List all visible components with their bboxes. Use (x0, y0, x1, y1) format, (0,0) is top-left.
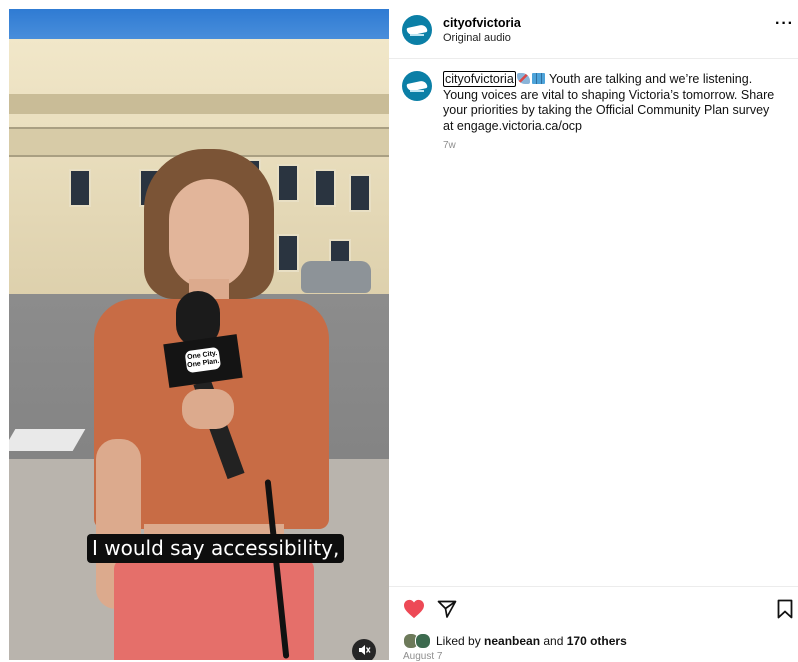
audio-link[interactable]: Original audio (443, 32, 511, 44)
likes-middle: and (540, 634, 567, 648)
divider (389, 586, 798, 587)
heart-filled-icon[interactable] (403, 599, 425, 619)
post-caption: cityofvictoria Youth are talking and we’… (443, 71, 783, 134)
hand (182, 389, 234, 429)
logo-line (410, 90, 424, 92)
likes-prefix: Liked by (436, 634, 485, 648)
header-username[interactable]: cityofvictoria (443, 16, 521, 30)
bookmark-icon[interactable] (777, 599, 793, 619)
interviewee: One City. One Plan. (84, 149, 334, 660)
building-cornice (9, 94, 389, 114)
window (349, 174, 371, 212)
liked-by-avatars (403, 633, 433, 649)
post-age[interactable]: 7w (443, 140, 456, 151)
logo-line (410, 34, 424, 36)
video-caption: I would say accessibility, (87, 534, 345, 563)
map-icon (531, 73, 545, 84)
likes-others-link[interactable]: 170 others (567, 634, 627, 648)
liker-username[interactable]: neanbean (484, 634, 540, 648)
post-date: August 7 (403, 651, 443, 662)
speaker-muted-icon[interactable] (352, 639, 376, 660)
speaker-muted-glyph (359, 645, 371, 655)
mic-flag-logo: One City. One Plan. (184, 346, 222, 374)
send-icon[interactable] (437, 599, 457, 619)
divider (389, 58, 798, 59)
avatar[interactable] (402, 15, 432, 45)
likes-summary: Liked by neanbean and 170 others (436, 634, 627, 648)
crosswalk (9, 429, 86, 451)
post-side-panel: cityofvictoria Original audio ··· cityof… (389, 0, 798, 662)
face (169, 179, 249, 289)
liker-avatar (415, 633, 431, 649)
more-options-icon[interactable]: ··· (775, 15, 794, 33)
caption-username[interactable]: cityofvictoria (443, 71, 516, 87)
caption-avatar[interactable] (402, 71, 432, 101)
reel-video[interactable]: One City. One Plan. I would say accessib… (9, 9, 389, 660)
rocket-icon (516, 73, 530, 84)
